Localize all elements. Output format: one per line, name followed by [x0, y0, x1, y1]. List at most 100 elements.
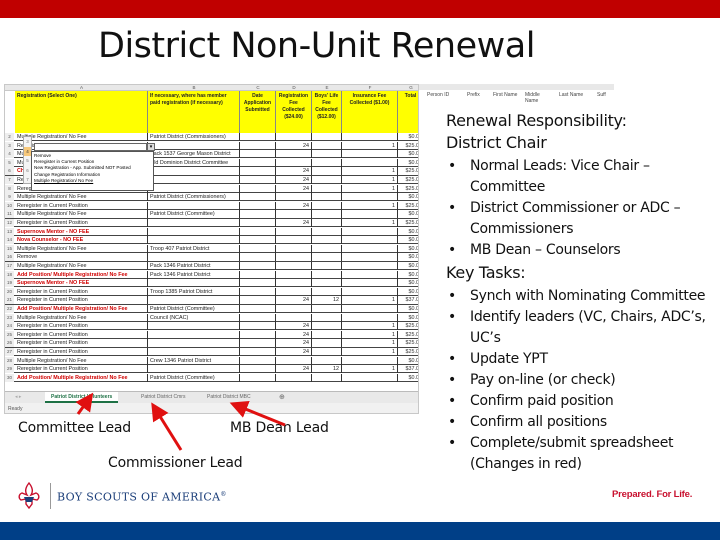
cell-paid-where[interactable] [148, 219, 240, 227]
row-number[interactable]: 7 [5, 176, 14, 184]
header-insurance-fee[interactable]: Insurance Fee Collected ($1.00) [342, 91, 398, 133]
cell-insurance-fee[interactable]: 1 [342, 176, 398, 184]
cell-boys-life-fee[interactable] [312, 201, 342, 210]
cell-boys-life-fee[interactable] [312, 158, 342, 167]
cell-registration-fee[interactable] [276, 287, 312, 296]
header-prefix[interactable]: Prefix [467, 92, 480, 98]
cell-boys-life-fee[interactable] [312, 253, 342, 262]
cell-date-submitted[interactable] [240, 150, 276, 159]
row-number[interactable]: 2 [5, 133, 14, 141]
row-number[interactable]: 9 [5, 193, 14, 202]
cell-insurance-fee[interactable] [342, 253, 398, 262]
cell-date-submitted[interactable] [240, 201, 276, 210]
cell-insurance-fee[interactable]: 1 [342, 184, 398, 193]
cell-registration-fee[interactable]: 24 [276, 201, 312, 210]
cell-date-submitted[interactable] [240, 339, 276, 348]
cell-paid-where[interactable]: Patriot District (Commissioners) [148, 133, 240, 141]
cell-boys-life-fee[interactable] [312, 313, 342, 322]
cell-boys-life-fee[interactable] [312, 210, 342, 219]
cell-registration[interactable]: Reregister in Current Position [15, 322, 148, 331]
cell-date-submitted[interactable] [240, 270, 276, 279]
cell-registration[interactable]: Reregister in Current Position [15, 201, 148, 210]
cell-paid-where[interactable]: Patriot District (Commissioners) [148, 193, 240, 202]
cell-date-submitted[interactable] [240, 210, 276, 219]
header-registration-fee[interactable]: Registration Fee Collected ($24.00) [276, 91, 312, 133]
cell-paid-where[interactable] [148, 339, 240, 348]
cell-boys-life-fee[interactable] [312, 279, 342, 288]
cell-boys-life-fee[interactable] [312, 219, 342, 227]
cell-paid-where[interactable] [148, 348, 240, 356]
cell-date-submitted[interactable] [240, 141, 276, 150]
cell-registration-fee[interactable] [276, 227, 312, 236]
row-number[interactable]: 26 [5, 339, 14, 348]
row-number[interactable]: 27 [5, 348, 14, 356]
cell-boys-life-fee[interactable] [312, 236, 342, 245]
cell-registration-fee[interactable] [276, 210, 312, 219]
cell-paid-where[interactable] [148, 296, 240, 305]
cell-boys-life-fee[interactable] [312, 176, 342, 184]
sheet-nav-arrows-icon[interactable]: ◂ ▸ [9, 392, 27, 403]
cell-registration-fee[interactable]: 24 [276, 322, 312, 331]
cell-registration-fee[interactable] [276, 270, 312, 279]
cell-paid-where[interactable]: Old Dominion District Committee [148, 158, 240, 167]
cell-registration[interactable]: Multiple Registration/ No Fee [15, 193, 148, 202]
cell-paid-where[interactable] [148, 253, 240, 262]
cell-registration-fee[interactable]: 24 [276, 219, 312, 227]
cell-insurance-fee[interactable] [342, 150, 398, 159]
cell-registration[interactable]: Reregister in Current Position [15, 296, 148, 305]
row-number[interactable]: 16 [5, 253, 14, 262]
cell-registration[interactable]: Reregister in Current Position [15, 365, 148, 374]
cell-registration[interactable]: Multiple Registration/ No Fee [15, 262, 148, 270]
row-number[interactable]: 3 [5, 141, 14, 150]
cell-registration[interactable]: Add Position/ Multiple Registration/ No … [15, 305, 148, 313]
cell-boys-life-fee[interactable] [312, 150, 342, 159]
cell-date-submitted[interactable] [240, 253, 276, 262]
row-number[interactable]: 28 [5, 356, 14, 365]
cell-boys-life-fee[interactable] [312, 339, 342, 348]
cell-paid-where[interactable] [148, 141, 240, 150]
cell-paid-where[interactable] [148, 201, 240, 210]
cell-insurance-fee[interactable]: 1 [342, 330, 398, 339]
cell-insurance-fee[interactable]: 1 [342, 322, 398, 331]
cell-insurance-fee[interactable] [342, 193, 398, 202]
cell-insurance-fee[interactable]: 1 [342, 339, 398, 348]
row-number[interactable]: 29 [5, 365, 14, 374]
cell-date-submitted[interactable] [240, 365, 276, 374]
cell-registration-fee[interactable] [276, 236, 312, 245]
cell-registration-fee[interactable] [276, 373, 312, 382]
cell-paid-where[interactable]: Council (NCAC) [148, 313, 240, 322]
row-number[interactable]: 30 [5, 373, 14, 382]
row-number[interactable]: 17 [5, 262, 14, 270]
cell-boys-life-fee[interactable] [312, 262, 342, 270]
cell-registration[interactable]: Multiple Registration/ No Fee [15, 244, 148, 253]
cell-date-submitted[interactable] [240, 219, 276, 227]
cell-date-submitted[interactable] [240, 193, 276, 202]
cell-paid-where[interactable]: Crew 1346 Patriot District [148, 356, 240, 365]
cell-boys-life-fee[interactable] [312, 305, 342, 313]
cell-boys-life-fee[interactable]: 12 [312, 296, 342, 305]
tab-patriot-district-mbc[interactable]: Patriot District MBC [201, 392, 257, 403]
cell-registration-fee[interactable] [276, 150, 312, 159]
cell-registration-fee[interactable] [276, 133, 312, 141]
cell-paid-where[interactable]: Pack 1346 Patriot District [148, 262, 240, 270]
cell-registration[interactable]: Multiple Registration/ No Fee [15, 210, 148, 219]
row-number[interactable]: 12 [5, 219, 14, 227]
cell-insurance-fee[interactable] [342, 287, 398, 296]
row-number[interactable]: 4 [5, 150, 14, 159]
cell-insurance-fee[interactable] [342, 313, 398, 322]
tab-patriot-district-volunteers[interactable]: Patriot District Volunteers [45, 392, 119, 403]
cell-registration[interactable]: Reregister in Current Position [15, 287, 148, 296]
cell-insurance-fee[interactable] [342, 279, 398, 288]
cell-insurance-fee[interactable]: 1 [342, 296, 398, 305]
row-number[interactable]: 8 [5, 184, 14, 193]
cell-registration[interactable]: Add Position/ Multiple Registration/ No … [15, 373, 148, 382]
cell-insurance-fee[interactable] [342, 373, 398, 382]
cell-date-submitted[interactable] [240, 184, 276, 193]
row-number[interactable]: 22 [5, 305, 14, 313]
header-last-name[interactable]: Last Name [559, 92, 583, 98]
cell-paid-where[interactable] [148, 236, 240, 245]
cell-date-submitted[interactable] [240, 176, 276, 184]
cell-paid-where[interactable] [148, 322, 240, 331]
cell-date-submitted[interactable] [240, 330, 276, 339]
cell-insurance-fee[interactable] [342, 244, 398, 253]
